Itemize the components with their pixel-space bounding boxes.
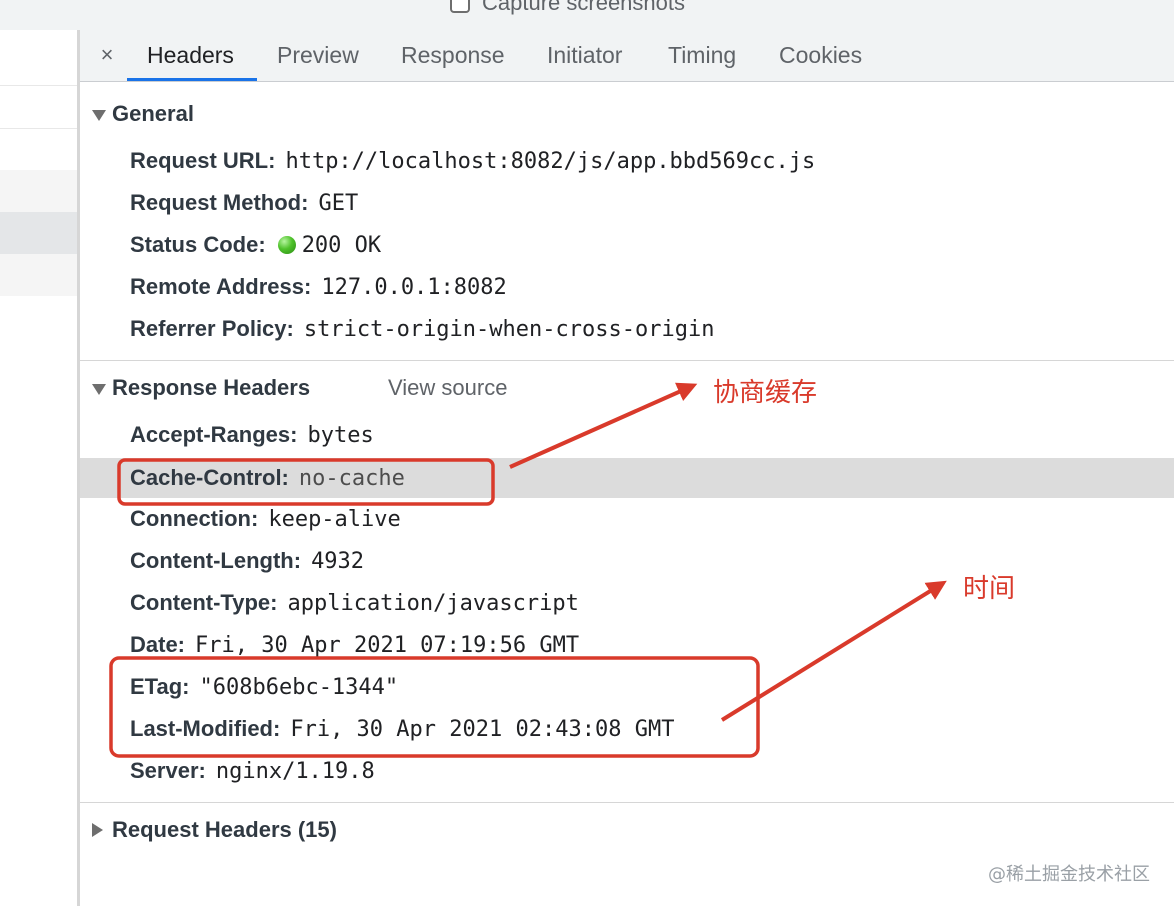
general-section-title: General: [112, 101, 194, 126]
tab-initiator[interactable]: Initiator: [547, 30, 622, 81]
tab-preview[interactable]: Preview: [277, 30, 359, 81]
response-row-server: Server: nginx/1.19.8: [130, 751, 375, 791]
expand-down-icon: [92, 110, 106, 121]
capture-screenshots-option[interactable]: Capture screenshots: [450, 0, 685, 18]
response-row-content-length: Content-Length: 4932: [130, 541, 364, 581]
general-row-remote-address: Remote Address: 127.0.0.1:8082: [130, 267, 507, 307]
annotation-time-note: 时间: [963, 574, 1016, 604]
expand-down-icon: [92, 384, 106, 395]
request-list-row-selected[interactable]: [0, 212, 77, 254]
header-value: Fri, 30 Apr 2021 07:19:56 GMT: [195, 633, 580, 658]
response-headers-title: Response Headers: [112, 375, 311, 400]
details-tab-bar: × Headers Preview Response Initiator Tim…: [80, 30, 1174, 82]
header-value: no-cache: [298, 466, 405, 491]
view-source-link[interactable]: View source: [388, 375, 507, 401]
general-row-referrer-policy: Referrer Policy: strict-origin-when-cross…: [130, 309, 714, 349]
header-value: strict-origin-when-cross-origin: [303, 317, 715, 342]
header-value: "608b6ebc-1344": [199, 675, 399, 700]
header-key: Connection:: [130, 506, 259, 531]
header-key: Request URL:: [130, 148, 276, 173]
request-list-panel: [0, 30, 77, 906]
header-key: Last-Modified:: [130, 716, 281, 741]
request-list-row[interactable]: [0, 170, 77, 212]
request-list-row[interactable]: [0, 254, 77, 296]
response-row-date: Date: Fri, 30 Apr 2021 07:19:56 GMT: [130, 625, 579, 665]
header-value: nginx/1.19.8: [215, 759, 375, 784]
header-key: ETag:: [130, 674, 190, 699]
close-icon[interactable]: ×: [96, 42, 118, 68]
general-section-header[interactable]: General: [80, 90, 1174, 138]
annotation-cache-note: 协商缓存: [713, 378, 818, 408]
response-row-etag: ETag: "608b6ebc-1344": [130, 667, 398, 707]
status-ok-icon: [277, 236, 296, 254]
general-row-request-url: Request URL: http://localhost:8082/js/app…: [130, 141, 815, 181]
capture-screenshots-checkbox[interactable]: [450, 0, 470, 13]
header-value: 200 OK: [301, 233, 382, 258]
request-list-divider: [0, 128, 77, 129]
expand-right-icon: [92, 823, 103, 837]
response-row-cache-control: Cache-Control: no-cache: [130, 458, 405, 498]
response-row-accept-ranges: Accept-Ranges: bytes: [130, 415, 374, 455]
request-list-divider: [0, 85, 77, 86]
top-toolbar: Capture screenshots: [0, 0, 1174, 30]
header-value: bytes: [307, 423, 374, 448]
header-value: 127.0.0.1:8082: [321, 275, 507, 300]
tab-response[interactable]: Response: [401, 30, 505, 81]
header-key: Content-Type:: [130, 590, 278, 615]
request-headers-title: Request Headers (15): [112, 817, 337, 842]
tab-cookies[interactable]: Cookies: [779, 30, 862, 81]
header-value: 4932: [311, 549, 365, 574]
general-row-status-code: Status Code: 200 OK: [130, 225, 381, 265]
request-headers-section-header[interactable]: Request Headers (15): [80, 806, 1174, 854]
header-value: GET: [318, 191, 359, 216]
watermark: @稀土掘金技术社区: [988, 864, 1150, 885]
capture-screenshots-label: Capture screenshots: [482, 0, 685, 15]
active-tab-indicator: [127, 78, 257, 81]
time-arrow: [720, 580, 947, 722]
header-value: keep-alive: [268, 507, 401, 532]
header-key: Status Code:: [130, 232, 266, 257]
response-row-last-modified: Last-Modified: Fri, 30 Apr 2021 02:43:08 …: [130, 709, 674, 749]
header-value: http://localhost:8082/js/app.bbd569cc.js: [285, 149, 816, 174]
header-key: Content-Length:: [130, 548, 302, 573]
header-key: Cache-Control:: [130, 465, 289, 490]
header-key: Accept-Ranges:: [130, 422, 298, 447]
section-divider: [80, 802, 1174, 803]
header-key: Referrer Policy:: [130, 316, 294, 341]
tab-timing[interactable]: Timing: [668, 30, 736, 81]
section-divider: [80, 360, 1174, 361]
header-key: Remote Address:: [130, 274, 312, 299]
header-key: Request Method:: [130, 190, 309, 215]
header-key: Server:: [130, 758, 206, 783]
header-value: Fri, 30 Apr 2021 02:43:08 GMT: [290, 717, 675, 742]
general-row-request-method: Request Method: GET: [130, 183, 358, 223]
response-row-content-type: Content-Type: application/javascript: [130, 583, 579, 623]
response-headers-section-header[interactable]: Response Headers View source: [80, 364, 1174, 412]
header-value: application/javascript: [287, 591, 579, 616]
header-key: Date:: [130, 632, 186, 657]
response-row-connection: Connection: keep-alive: [130, 499, 401, 539]
tab-headers[interactable]: Headers: [147, 30, 234, 81]
